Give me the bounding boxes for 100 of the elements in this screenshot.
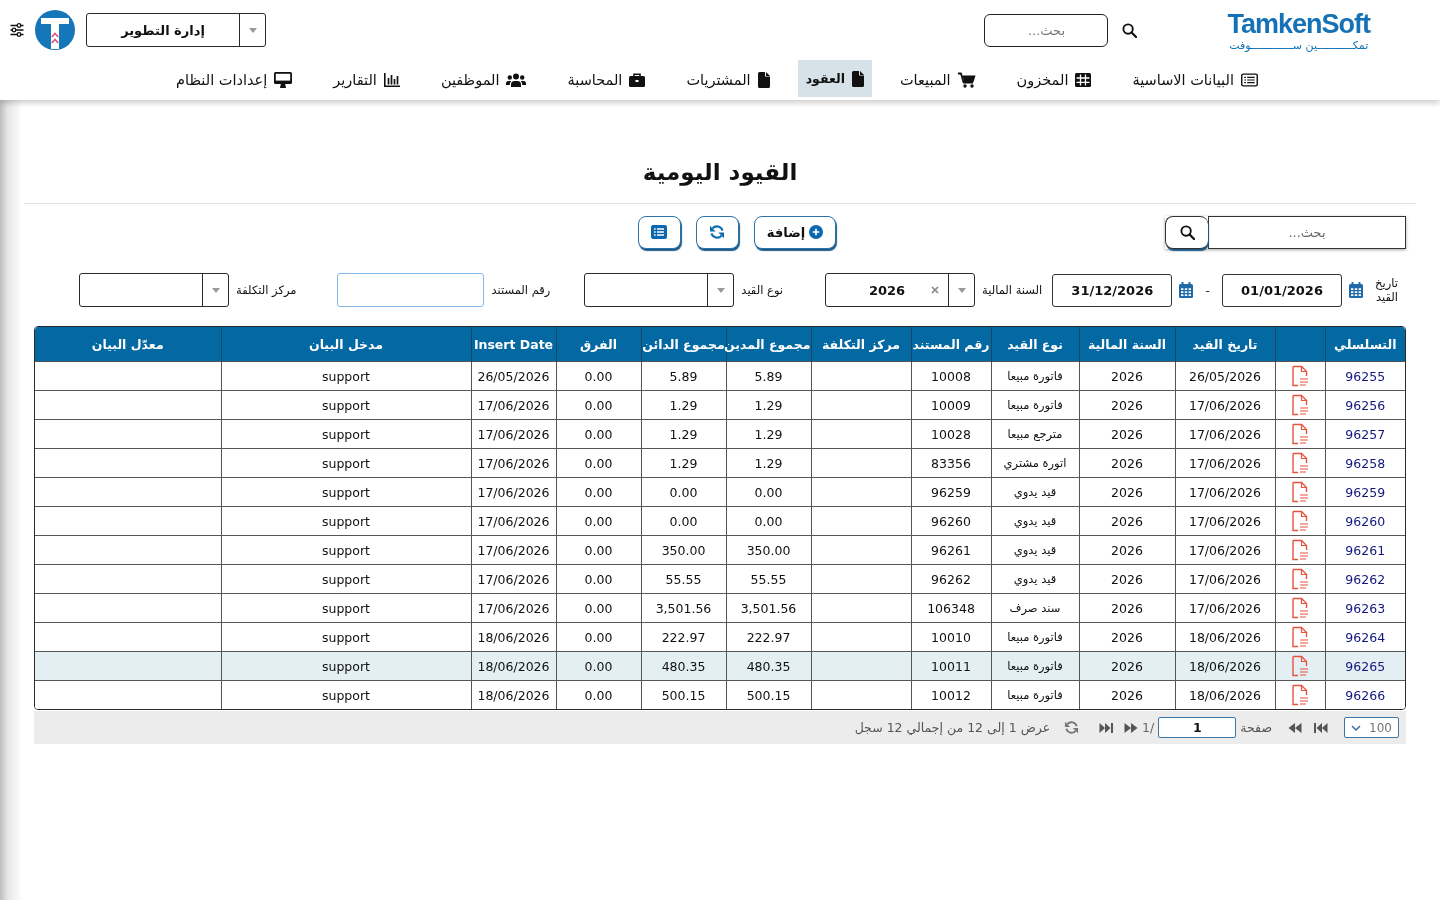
refresh-icon[interactable] [1064, 720, 1080, 735]
serial-link[interactable]: 96266 [1345, 687, 1386, 703]
date-field[interactable]: 01/01/2026 [1222, 273, 1342, 307]
select-field[interactable] [584, 273, 735, 307]
table-cell: 350.00 [726, 535, 811, 565]
emblem-logo [35, 10, 75, 50]
table-cell: 17/06/2026 [1175, 419, 1275, 449]
search-button[interactable] [1165, 215, 1208, 249]
first-page-icon[interactable] [1314, 721, 1328, 734]
column-header[interactable]: الفرق [556, 327, 641, 362]
table-cell: 10008 [911, 361, 991, 391]
table-cell: 2026 [1079, 593, 1175, 623]
serial-link[interactable]: 96259 [1345, 484, 1386, 500]
serial-link[interactable]: 96264 [1345, 629, 1386, 645]
refresh-button[interactable] [695, 215, 739, 249]
table-cell: فاتورة مبيعا [991, 390, 1079, 420]
column-header[interactable]: السنة المالية [1079, 327, 1175, 362]
nav-tab[interactable]: المشتريات [673, 61, 783, 98]
table-cell: 17/06/2026 [471, 448, 556, 478]
column-header[interactable]: معدّل البيان [35, 327, 221, 362]
table-cell: 18/06/2026 [1175, 651, 1275, 681]
field-label: السنة المالية [982, 283, 1043, 297]
file-icon[interactable] [1290, 655, 1310, 677]
table-cell: 17/06/2026 [1175, 448, 1275, 478]
column-header[interactable]: نوع القيد [991, 327, 1079, 362]
table-cell: فاتورة مبيعا [991, 680, 1079, 709]
records-summary: عرض 1 إلى 12 من إجمالي 12 سجل [854, 720, 1051, 735]
file-icon[interactable] [1290, 684, 1310, 706]
serial-link[interactable]: 96255 [1345, 368, 1386, 384]
logo-tagline: تمكـــــــــــين ســـــــــــــوفت [1229, 38, 1369, 53]
table-cell: support [221, 361, 471, 391]
column-header[interactable]: مجموع المدين [726, 327, 811, 362]
add-button[interactable]: إضافة [753, 215, 837, 249]
page-input[interactable]: 1 [1158, 717, 1237, 738]
serial-link[interactable]: 96258 [1345, 455, 1386, 471]
users-icon [506, 72, 527, 87]
table-cell: 0.00 [556, 448, 641, 478]
file-icon[interactable] [1290, 452, 1310, 474]
serial-link[interactable]: 96257 [1345, 426, 1386, 442]
search-icon[interactable] [1179, 224, 1195, 240]
column-header[interactable]: تاريخ القيد [1175, 327, 1275, 362]
table-cell: 0.00 [556, 651, 641, 681]
table-cell: 0.00 [556, 506, 641, 536]
table-cell: 26/05/2026 [1175, 361, 1275, 391]
search-field[interactable]: بحث... [984, 13, 1109, 47]
cart-icon [957, 71, 976, 88]
nav-tab[interactable]: المخزون [1003, 61, 1105, 98]
department-select[interactable]: إدارة التطوير [86, 13, 266, 47]
table-cell: 5.89 [726, 361, 811, 391]
search-icon[interactable] [1122, 22, 1138, 38]
settings-sliders-icon[interactable] [10, 23, 24, 37]
column-header[interactable]: رقم المستند [911, 327, 991, 362]
nav-tab[interactable]: المبيعات [886, 61, 989, 98]
select-field[interactable] [79, 273, 230, 307]
nav-tab[interactable]: البيانات الاساسية [1119, 61, 1271, 98]
table-cell: 2026 [1079, 680, 1175, 709]
serial-link[interactable]: 96256 [1345, 397, 1386, 413]
column-header[interactable]: Insert Date [471, 327, 556, 362]
page-size-select[interactable]: 100 [1344, 717, 1399, 738]
bar-chart-icon [383, 72, 400, 87]
file-icon [851, 70, 864, 87]
file-icon[interactable] [1290, 539, 1310, 561]
list-icon [651, 225, 668, 239]
calendar-icon[interactable] [1179, 282, 1194, 298]
caret-icon [716, 287, 725, 293]
file-icon[interactable] [1290, 394, 1310, 416]
next-page-icon[interactable] [1124, 721, 1139, 734]
nav-tab[interactable]: المحاسبة [554, 61, 659, 98]
table-cell: 0.00 [556, 593, 641, 623]
file-icon[interactable] [1290, 481, 1310, 503]
file-icon[interactable] [1290, 568, 1310, 590]
table-cell: 55.55 [641, 564, 726, 594]
logo-text: TamkenSoft [1227, 9, 1370, 39]
serial-link[interactable]: 96261 [1345, 542, 1386, 558]
serial-link[interactable]: 96263 [1345, 600, 1386, 616]
file-icon[interactable] [1290, 626, 1310, 648]
table-cell: 10009 [911, 390, 991, 420]
columns-button[interactable] [637, 215, 681, 249]
nav-tab[interactable]: الموظفين [427, 61, 540, 98]
table-cell: 500.15 [641, 680, 726, 709]
calendar-icon[interactable] [1349, 282, 1363, 298]
file-icon[interactable] [1290, 510, 1310, 532]
file-icon[interactable] [1290, 365, 1310, 387]
serial-link[interactable]: 96262 [1345, 571, 1386, 587]
file-icon[interactable] [1290, 423, 1310, 445]
last-page-icon[interactable] [1099, 721, 1114, 734]
select-field[interactable]: 2026 [825, 273, 976, 307]
nav-tab[interactable]: العقود [797, 60, 872, 97]
caret-icon [957, 287, 966, 293]
serial-link[interactable]: 96260 [1345, 513, 1386, 529]
column-header[interactable]: مركز التكلفة [811, 327, 911, 362]
file-icon[interactable] [1290, 597, 1310, 619]
column-header[interactable]: التسلسلي [1325, 327, 1405, 362]
clear-icon[interactable] [931, 286, 940, 294]
previous-page-icon[interactable] [1288, 721, 1302, 734]
table-cell: 350.00 [641, 535, 726, 565]
table-cell: 0.00 [556, 477, 641, 507]
refresh-icon [709, 224, 726, 240]
date-field[interactable]: 31/12/2026 [1052, 273, 1173, 307]
search-field[interactable]: بحث... [1208, 215, 1406, 249]
